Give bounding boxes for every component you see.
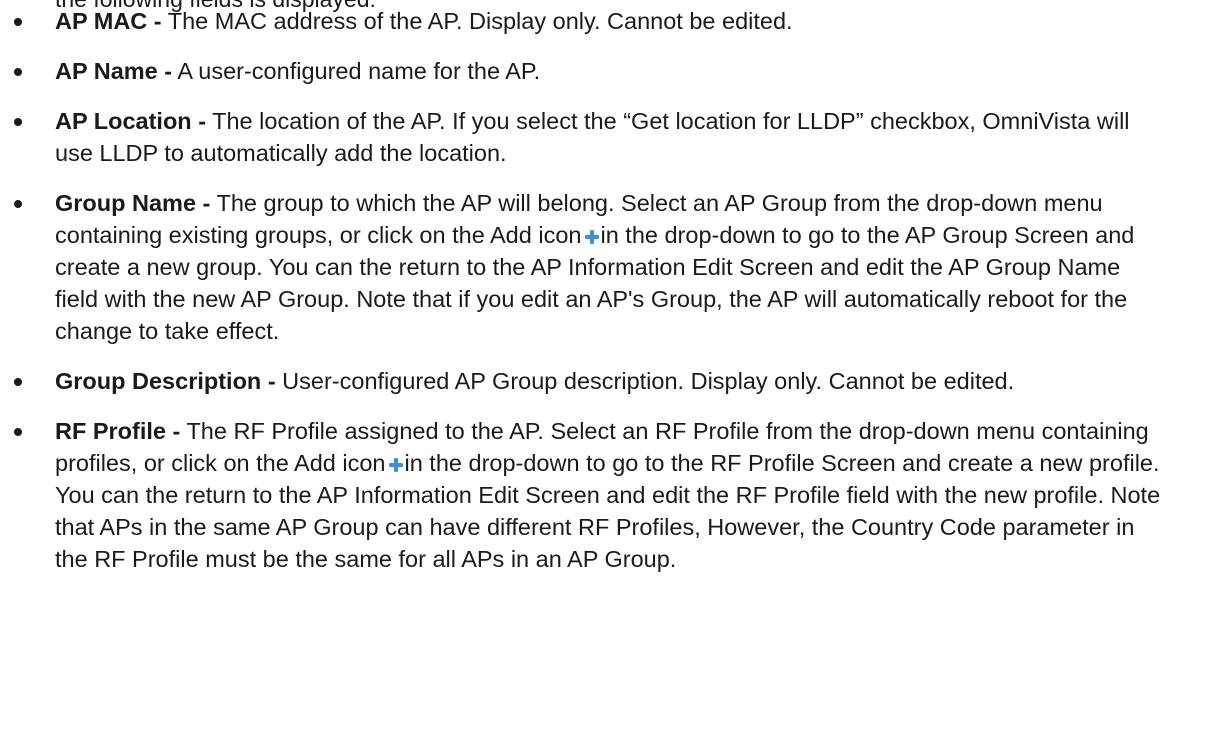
bullet-icon bbox=[14, 378, 22, 386]
term-description: A user-configured name for the AP. bbox=[172, 58, 541, 84]
term-description: The MAC address of the AP. Display only.… bbox=[161, 8, 793, 34]
list-item-ap-mac: AP MAC - The MAC address of the AP. Disp… bbox=[0, 5, 1208, 37]
term-label: AP Name - bbox=[55, 58, 173, 84]
bullet-icon bbox=[14, 18, 22, 26]
bullet-icon bbox=[14, 68, 22, 76]
add-plus-icon bbox=[585, 230, 600, 244]
term-description: User-configured AP Group description. Di… bbox=[275, 368, 1015, 394]
term-label: RF Profile - bbox=[55, 418, 181, 444]
list-item-group-name: Group Name - The group to which the AP w… bbox=[0, 187, 1208, 347]
bullet-icon bbox=[14, 428, 22, 436]
bullet-icon bbox=[14, 118, 22, 126]
list-item-ap-name: AP Name - A user-configured name for the… bbox=[0, 55, 1208, 87]
term-label: AP MAC - bbox=[55, 8, 162, 34]
document-page: the following fields is displayed: AP MA… bbox=[0, 0, 1208, 751]
term-label: Group Name - bbox=[55, 190, 211, 216]
term-label: AP Location - bbox=[55, 108, 207, 134]
list-item-ap-location: AP Location - The location of the AP. If… bbox=[0, 105, 1208, 169]
list-item-rf-profile: RF Profile - The RF Profile assigned to … bbox=[0, 415, 1208, 575]
list-item-group-description: Group Description - User-configured AP G… bbox=[0, 365, 1208, 397]
field-description-list: AP MAC - The MAC address of the AP. Disp… bbox=[0, 5, 1208, 593]
term-description: The location of the AP. If you select th… bbox=[55, 108, 1130, 166]
add-plus-icon bbox=[389, 458, 404, 472]
term-label: Group Description - bbox=[55, 368, 276, 394]
bullet-icon bbox=[14, 200, 22, 208]
